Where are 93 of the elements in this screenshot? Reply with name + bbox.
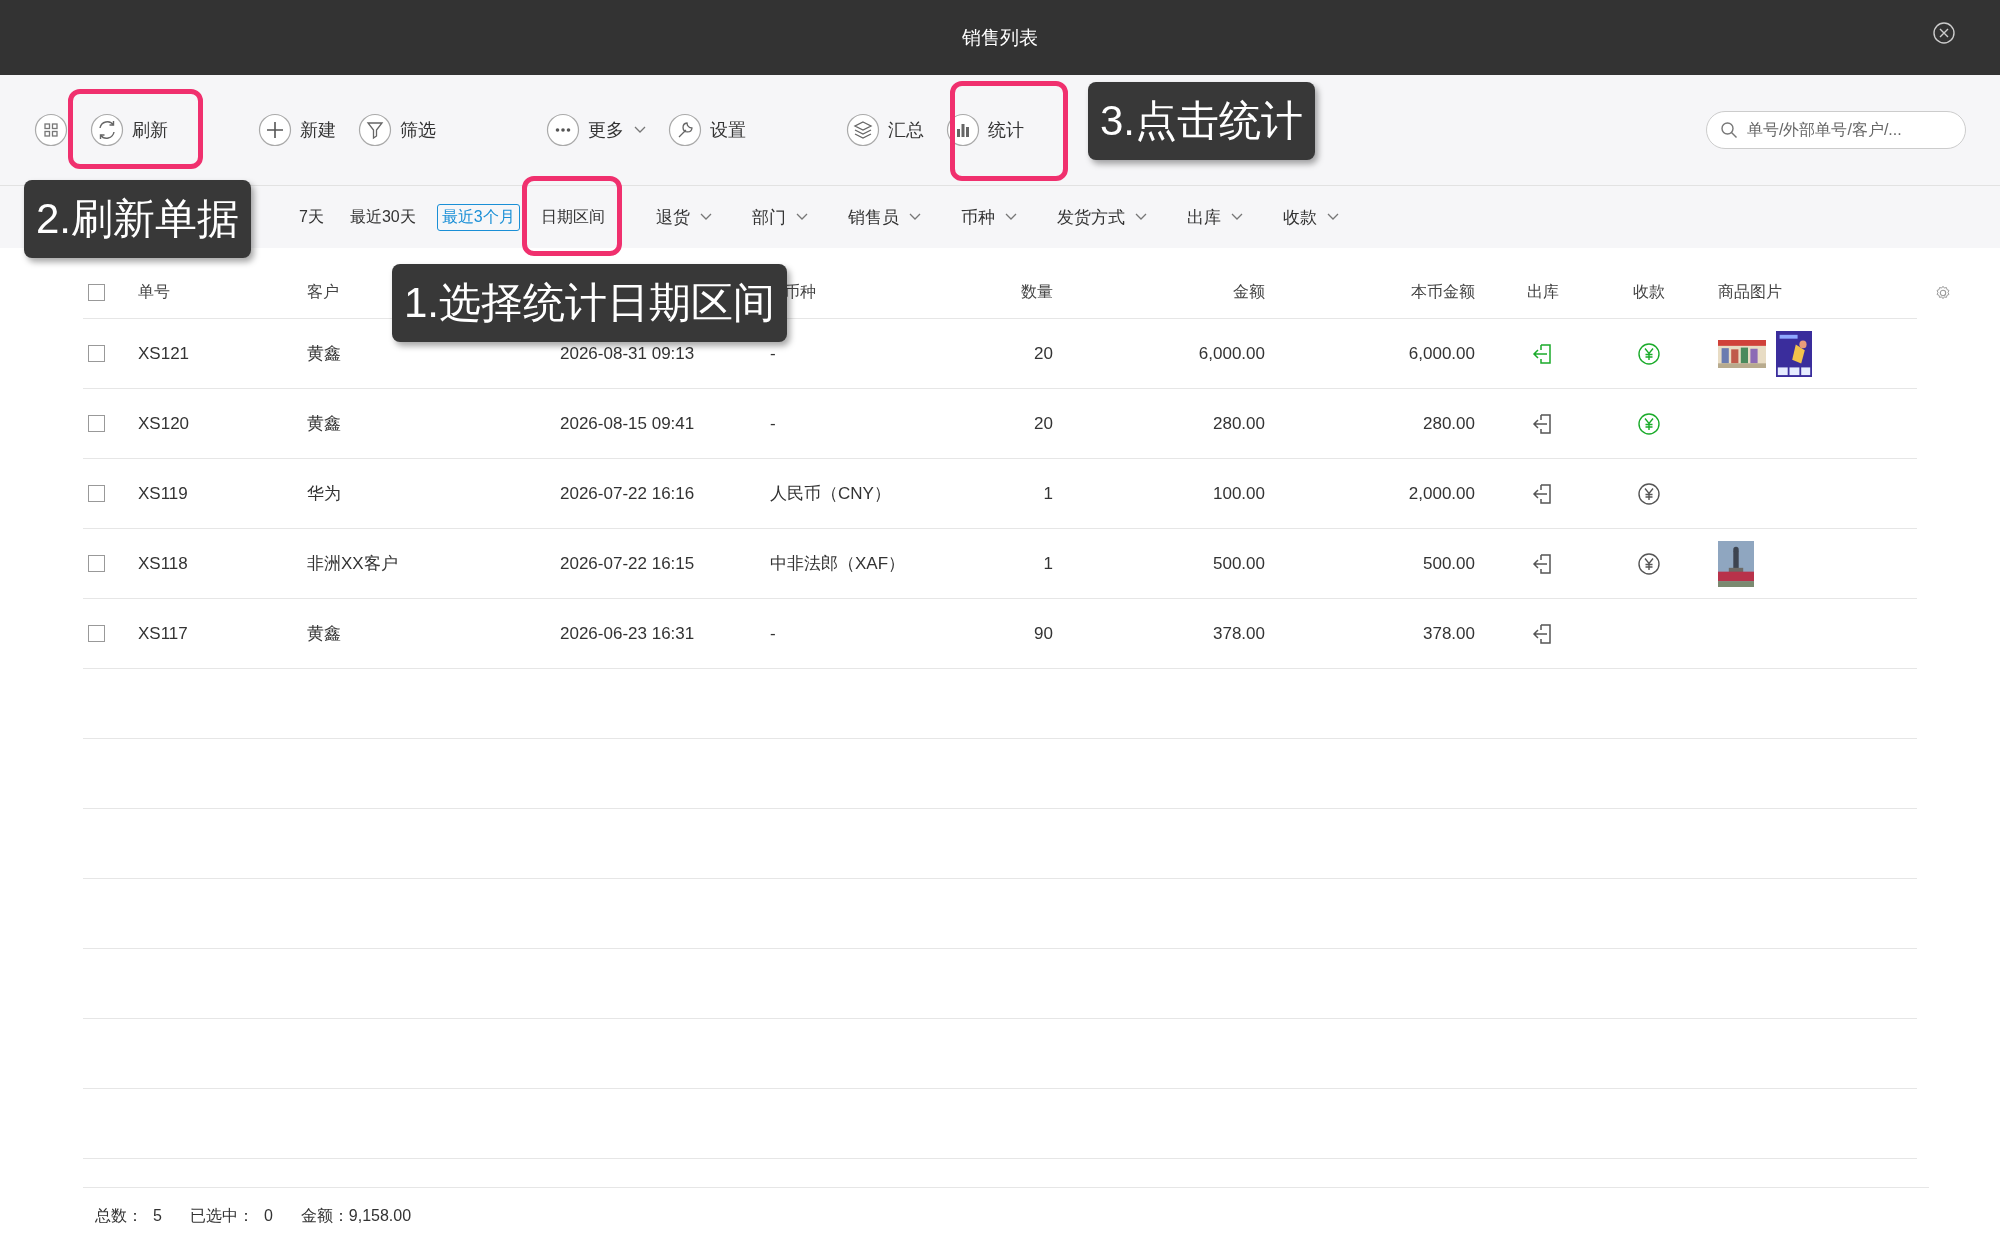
column-header[interactable]: 客户 — [307, 281, 339, 303]
settings-icon — [668, 113, 702, 147]
summary-text: 总数： 5 — [95, 1206, 162, 1226]
caret-icon — [1134, 213, 1147, 221]
table-cell-text: 378.00 — [1422, 623, 1475, 644]
column-header[interactable]: 数量 — [970, 281, 1053, 303]
table-cell-text: 6,000.00 — [1407, 343, 1475, 364]
table-cell-text: 2,000.00 — [1407, 483, 1475, 504]
filter-dropdown[interactable]: 部门 — [751, 205, 808, 229]
date-range-option[interactable]: 最近30天 — [344, 203, 421, 231]
table-cell-text: 华为 — [307, 483, 342, 505]
grid-button[interactable] — [34, 113, 68, 147]
search-icon — [1720, 121, 1738, 139]
table-cell-text: 500.00 — [1422, 553, 1475, 574]
more-icon — [546, 113, 580, 147]
filter-dropdown[interactable]: 出库 — [1186, 205, 1243, 229]
new-icon — [258, 113, 292, 147]
grid-icon — [34, 113, 68, 147]
table-cell-text: 2026-08-15 09:41 — [560, 413, 696, 434]
column-header[interactable]: 收款 — [1611, 281, 1687, 303]
filter-icon — [358, 113, 392, 147]
table-cell-text: - — [770, 343, 777, 364]
table-cell-text: 378.00 — [1212, 623, 1265, 644]
table-cell-text: 人民币（CNY） — [770, 483, 892, 505]
more-button[interactable]: 更多 — [546, 113, 646, 147]
summary-text: 已选中： 0 — [189, 1206, 273, 1226]
column-header[interactable]: 出库 — [1475, 281, 1611, 303]
column-header[interactable]: 本币金额 — [1265, 281, 1475, 303]
table-cell-text: 2026-06-23 16:31 — [560, 623, 696, 644]
table-cell-text: 6,000.00 — [1197, 343, 1265, 364]
column-header[interactable]: 金额 — [1053, 281, 1265, 303]
table-cell-text: 2026-07-22 16:15 — [560, 553, 696, 574]
table-cell-text: XS117 — [138, 623, 189, 644]
table-cell-text: 2026-08-31 09:13 — [560, 343, 696, 364]
table-cell-text: 90 — [1033, 623, 1053, 644]
table-cell-text: 1 — [1042, 553, 1053, 574]
row-checkbox[interactable] — [88, 485, 105, 502]
stats-button[interactable]: 统计 — [946, 113, 1024, 147]
row-checkbox[interactable] — [88, 625, 105, 642]
filter-dropdown[interactable]: 退货 — [655, 205, 712, 229]
table-cell-text: XS118 — [138, 553, 189, 574]
summary-text: 金额：9,158.00 — [300, 1206, 412, 1226]
callout-label: 2.刷新单据 — [24, 180, 252, 258]
table-cell-text: XS121 — [138, 343, 191, 364]
row-checkbox[interactable] — [88, 555, 105, 572]
summary-icon — [846, 113, 880, 147]
settings-icon[interactable] — [1934, 283, 1952, 302]
search-field[interactable]: 单号/外部单号/客户/... — [1706, 111, 1966, 149]
refresh-button[interactable]: 刷新 — [90, 113, 168, 147]
caret-icon — [795, 213, 808, 221]
column-header[interactable]: 商品图片 — [1687, 281, 1917, 303]
table-cell-text: 1 — [1042, 483, 1053, 504]
callout-label: 1.选择统计日期区间 — [392, 264, 788, 342]
table-cell-text: 280.00 — [1212, 413, 1265, 434]
stats-icon — [946, 113, 980, 147]
filter-button[interactable]: 筛选 — [358, 113, 436, 147]
filter-dropdown[interactable]: 发货方式 — [1056, 205, 1147, 229]
filter-dropdown[interactable]: 销售员 — [847, 205, 921, 229]
close-icon[interactable] — [1932, 21, 1956, 45]
table-cell-text: 280.00 — [1422, 413, 1475, 434]
settings-button[interactable]: 设置 — [668, 113, 746, 147]
caret-icon — [1326, 213, 1339, 221]
row-checkbox[interactable] — [88, 415, 105, 432]
table-cell-text: 中非法郎（XAF） — [770, 553, 907, 575]
table-cell-text: 20 — [1033, 413, 1053, 434]
table-cell-text: 2026-07-22 16:16 — [560, 483, 696, 504]
table-cell-text: 20 — [1033, 343, 1053, 364]
filter-dropdown[interactable]: 收款 — [1282, 205, 1339, 229]
filter-dropdown[interactable]: 币种 — [960, 205, 1017, 229]
refresh-icon — [90, 113, 124, 147]
row-checkbox[interactable] — [88, 345, 105, 362]
select-all-checkbox[interactable] — [88, 283, 105, 301]
table-cell-text: 500.00 — [1212, 553, 1265, 574]
summary-button[interactable]: 汇总 — [846, 113, 924, 147]
callout-label: 3.点击统计 — [1088, 82, 1316, 160]
caret-icon — [908, 213, 921, 221]
table-cell-text: 黄鑫 — [307, 343, 342, 365]
table-cell-text: 非洲XX客户 — [307, 553, 399, 575]
date-range-option[interactable]: 7天 — [294, 203, 329, 231]
table-cell-text: XS119 — [138, 483, 189, 504]
column-header[interactable]: 单号 — [138, 281, 307, 303]
new-button[interactable]: 新建 — [258, 113, 336, 147]
date-range-option[interactable]: 日期区间 — [535, 203, 610, 231]
table-cell-text: - — [770, 623, 777, 644]
table-cell-text: 黄鑫 — [307, 413, 342, 435]
caret-icon — [699, 213, 712, 221]
table-cell-text: 100.00 — [1212, 483, 1265, 504]
caret-icon — [1004, 213, 1017, 221]
table-cell-text: 黄鑫 — [307, 623, 342, 645]
caret-icon — [1230, 213, 1243, 221]
table-cell-text: XS120 — [138, 413, 191, 434]
window-title: 销售列表 — [962, 25, 1038, 50]
table-cell-text: - — [770, 413, 777, 434]
